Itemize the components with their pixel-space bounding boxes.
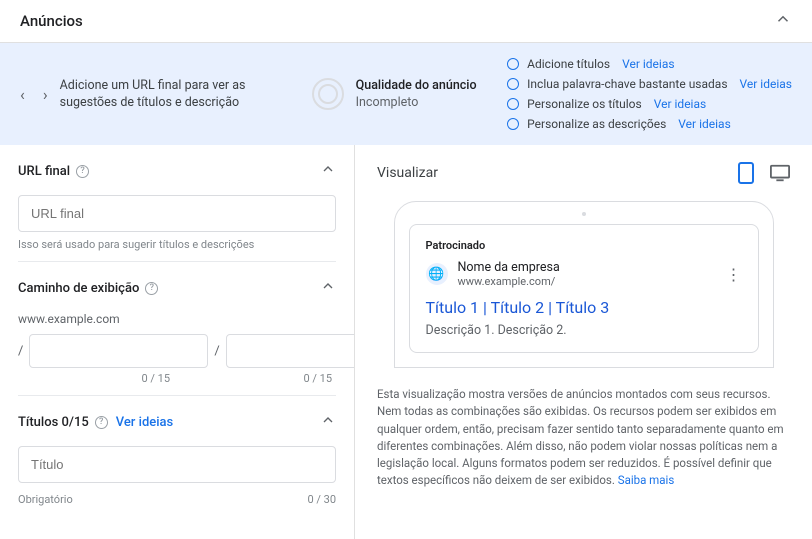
more-icon[interactable]: ⋮	[726, 265, 742, 284]
slash-separator: /	[18, 344, 23, 359]
section-title: Títulos 0/15 ?	[18, 415, 108, 430]
checklist-label: Inclua palavra-chave bastante usadas	[527, 77, 727, 91]
quality-status: Incompleto	[356, 95, 477, 110]
globe-icon: 🌐	[426, 263, 448, 285]
ideas-link[interactable]: Ver ideias	[654, 97, 706, 111]
section-title: URL final ?	[18, 164, 89, 179]
checklist-label: Personalize as descrições	[527, 117, 666, 131]
ideas-link[interactable]: Ver ideias	[740, 77, 792, 91]
banner-message: Adicione um URL final para ver as sugest…	[60, 77, 290, 112]
checklist-label: Adicione títulos	[527, 57, 610, 71]
checklist-item: Personalize os títulos Ver ideias	[507, 97, 792, 111]
ideas-link[interactable]: Ver ideias	[622, 57, 674, 71]
slash-separator: /	[214, 344, 219, 359]
checklist-item: Adicione títulos Ver ideias	[507, 57, 792, 71]
chevron-up-icon[interactable]	[320, 412, 336, 432]
quality-checklist: Adicione títulos Ver ideias Inclua palav…	[507, 57, 792, 131]
headline-input[interactable]	[18, 446, 336, 483]
radio-icon	[507, 98, 519, 110]
chevron-up-icon[interactable]	[320, 161, 336, 181]
path2-input[interactable]	[226, 334, 355, 368]
final-url-input[interactable]	[18, 195, 336, 232]
radio-icon	[507, 118, 519, 130]
prev-arrow[interactable]: ‹	[20, 85, 25, 104]
help-icon[interactable]: ?	[145, 282, 158, 295]
desktop-preview-icon[interactable]	[770, 163, 790, 183]
section-title-text: Caminho de exibição	[18, 281, 139, 296]
headlines-section: Títulos 0/15 ? Ver ideias Obrigatório 0 …	[18, 412, 336, 516]
final-url-hint: Isso será usado para sugerir títulos e d…	[18, 238, 336, 251]
form-column: URL final ? Isso será usado para sugerir…	[0, 145, 355, 539]
ad-preview-card: Patrocinado 🌐 Nome da empresa www.exampl…	[409, 224, 759, 353]
page-title: Anúncios	[20, 12, 83, 30]
help-icon[interactable]: ?	[76, 165, 89, 178]
quality-circle-icon	[312, 78, 344, 110]
learn-more-link[interactable]: Saiba mais	[618, 473, 675, 487]
display-domain: www.example.com	[18, 312, 336, 326]
quality-banner: ‹ › Adicione um URL final para ver as su…	[0, 43, 812, 145]
path1-input[interactable]	[29, 334, 208, 368]
checklist-item: Personalize as descrições Ver ideias	[507, 117, 792, 131]
ad-description: Descrição 1. Descrição 2.	[426, 323, 742, 338]
disclaimer-text: Esta visualização mostra versões de anún…	[377, 387, 784, 487]
display-path-section: Caminho de exibição ? www.example.com / …	[18, 278, 336, 396]
preview-disclaimer: Esta visualização mostra versões de anún…	[377, 386, 790, 490]
banner-nav: ‹ ›	[20, 85, 48, 104]
ad-company: Nome da empresa	[458, 260, 560, 275]
help-icon[interactable]: ?	[95, 416, 108, 429]
ad-url: www.example.com/	[458, 275, 560, 288]
char-counter: 0 / 15	[32, 372, 174, 385]
checklist-item: Inclua palavra-chave bastante usadas Ver…	[507, 77, 792, 91]
section-title-text: URL final	[18, 164, 70, 179]
radio-icon	[507, 78, 519, 90]
ideas-link[interactable]: Ver ideias	[116, 415, 174, 430]
mobile-frame: Patrocinado 🌐 Nome da empresa www.exampl…	[394, 201, 774, 368]
preview-column: Visualizar Patrocinado 🌐 Nome da empresa	[355, 145, 812, 539]
section-title-text: Títulos 0/15	[18, 415, 89, 430]
next-arrow[interactable]: ›	[43, 85, 48, 104]
collapse-icon[interactable]	[774, 10, 792, 32]
mobile-preview-icon[interactable]	[736, 163, 756, 183]
char-counter: 0 / 15	[194, 372, 336, 385]
section-title: Caminho de exibição ?	[18, 281, 158, 296]
section-header: Anúncios	[0, 0, 812, 43]
radio-icon	[507, 58, 519, 70]
notch-icon	[582, 212, 586, 216]
quality-indicator: Qualidade do anúncio Incompleto	[312, 78, 477, 110]
quality-label: Qualidade do anúncio	[356, 78, 477, 94]
checklist-label: Personalize os títulos	[527, 97, 642, 111]
chevron-up-icon[interactable]	[320, 278, 336, 298]
ad-headline: Título 1 | Título 2 | Título 3	[426, 298, 742, 317]
sponsored-label: Patrocinado	[426, 239, 742, 252]
final-url-section: URL final ? Isso será usado para sugerir…	[18, 161, 336, 262]
ideas-link[interactable]: Ver ideias	[678, 117, 730, 131]
preview-title: Visualizar	[377, 165, 438, 181]
